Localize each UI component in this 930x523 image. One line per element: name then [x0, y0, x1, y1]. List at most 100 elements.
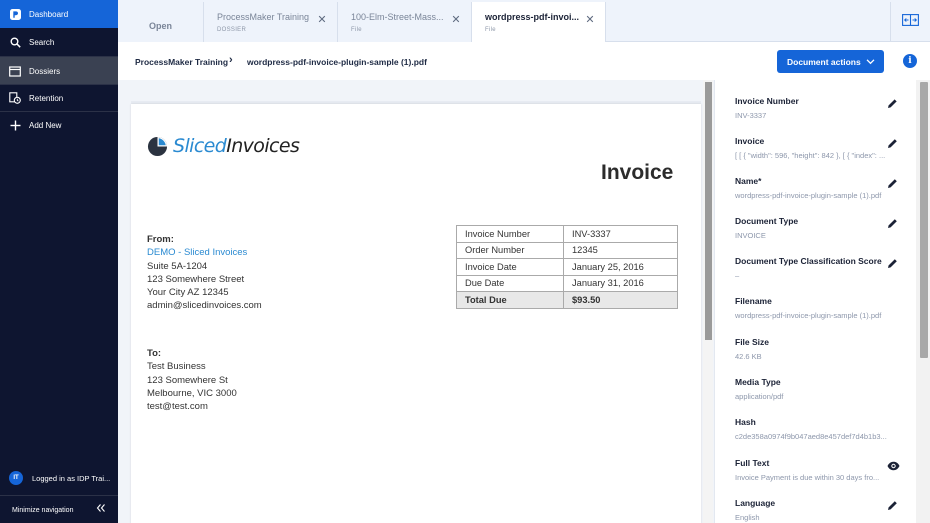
close-icon[interactable]: ✕	[317, 15, 327, 26]
tab-label: 100-Elm-Street-Mass...	[351, 12, 444, 22]
to-line: Test Business	[147, 361, 206, 373]
property-invoice-number: Invoice Number INV-3337	[735, 96, 905, 120]
viewer-scrollbar-thumb[interactable]	[705, 82, 712, 340]
document-actions-button[interactable]: Document actions	[777, 50, 884, 73]
user-account[interactable]: IT Logged in as IDP Trai...	[0, 466, 118, 490]
property-document-type: Document Type INVOICE	[735, 216, 905, 240]
from-line: Suite 5A-1204	[147, 260, 208, 272]
property-language: Language English	[735, 498, 905, 522]
app-logo-icon	[9, 8, 21, 20]
breadcrumb: ProcessMaker Training › wordpress-pdf-in…	[118, 42, 930, 80]
table-row: Invoice Date January 25, 2016	[456, 258, 678, 276]
avatar: IT	[9, 471, 23, 485]
from-company: DEMO - Sliced Invoices	[147, 247, 248, 259]
sidebar-item-add-new[interactable]: Add New	[0, 111, 118, 139]
from-label: From:	[147, 234, 174, 245]
close-icon[interactable]: ✕	[451, 15, 461, 26]
from-line: 123 Somewhere Street	[147, 273, 245, 285]
property-label: Media Type	[735, 377, 781, 387]
sidebar-item-label: Dossiers	[29, 66, 61, 76]
pencil-icon[interactable]	[887, 96, 899, 108]
property-hash: Hash c2de358a0974f9b047aed8e457def7d4b1b…	[735, 417, 905, 441]
eye-icon[interactable]	[887, 458, 900, 471]
pencil-icon[interactable]	[887, 256, 899, 268]
folder-icon	[9, 65, 21, 77]
tab-subtitle: File	[351, 27, 362, 33]
property-value: English	[735, 513, 760, 522]
tab-label: wordpress-pdf-invoi...	[485, 12, 580, 22]
from-line: Your City AZ 12345	[147, 287, 229, 299]
tab-subtitle: File	[485, 27, 496, 33]
pie-logo-icon	[147, 136, 168, 156]
from-address: From: DEMO - Sliced Invoices Suite 5A-12…	[147, 233, 262, 313]
table-row: Due Date January 31, 2016	[456, 274, 678, 292]
property-value: [ [ { "width": 596, "height": 842 }, [ {…	[735, 151, 886, 160]
search-icon	[9, 36, 21, 48]
tab-label: Open	[148, 21, 172, 31]
properties-panel: Invoice Number INV-3337 Invoice [ [ { "w…	[714, 80, 930, 523]
document-actions-label: Document actions	[787, 56, 861, 67]
breadcrumb-separator-icon: ›	[229, 54, 233, 66]
pencil-icon[interactable]	[887, 136, 899, 148]
property-value: Invoice Payment is due within 30 days fr…	[735, 473, 880, 482]
document-viewer[interactable]: SlicedInvoices Invoice From: DEMO - Slic…	[118, 80, 714, 523]
pencil-icon[interactable]	[887, 216, 899, 228]
property-label: Hash	[735, 417, 756, 427]
property-value: wordpress-pdf-invoice-plugin-sample (1).…	[735, 311, 882, 320]
properties-scrollbar-thumb[interactable]	[920, 82, 928, 358]
sliced-invoices-logo: SlicedInvoices	[147, 133, 300, 159]
property-value: INV-3337	[735, 111, 767, 120]
from-line: admin@slicedinvoices.com	[147, 300, 262, 312]
property-value: application/pdf	[735, 392, 784, 401]
sidebar-item-search[interactable]: Search	[0, 28, 118, 56]
minimize-label: Minimize navigation	[12, 506, 74, 514]
tab-file[interactable]: 100-Elm-Street-Mass... File ✕	[338, 2, 472, 42]
sidebar-item-retention[interactable]: Retention	[0, 84, 118, 112]
property-label: Filename	[735, 296, 772, 306]
pencil-icon[interactable]	[887, 176, 899, 188]
logo-text: SlicedInvoices	[173, 135, 300, 157]
tab-label: ProcessMaker Training	[217, 12, 310, 22]
invoice-heading: Invoice	[601, 161, 674, 184]
split-panel-icon	[902, 13, 919, 31]
tab-dossier[interactable]: ProcessMaker Training DOSSIER ✕	[204, 2, 338, 42]
pencil-icon[interactable]	[887, 498, 899, 510]
property-media-type: Media Type application/pdf	[735, 377, 905, 401]
to-label: To:	[147, 348, 162, 359]
tab-open[interactable]: Open	[118, 2, 204, 42]
tab-current-file[interactable]: wordpress-pdf-invoi... File ✕	[472, 2, 606, 42]
property-label: Language	[735, 498, 776, 508]
property-value: c2de358a0974f9b047aed8e457def7d4b1b3...	[735, 432, 887, 441]
property-value: –	[735, 271, 740, 280]
property-label: Name*	[735, 176, 762, 186]
breadcrumb-parent-link[interactable]: ProcessMaker Training	[135, 57, 228, 67]
property-value: 42.6 KB	[735, 352, 762, 361]
property-label: Invoice	[735, 136, 765, 146]
info-icon[interactable]: i	[903, 54, 917, 68]
property-label: Document Type	[735, 216, 799, 226]
divider	[0, 495, 118, 496]
plus-icon	[9, 119, 21, 131]
sidebar-item-label: Dashboard	[29, 9, 69, 19]
to-line: Melbourne, VIC 3000	[147, 387, 237, 399]
property-label: Document Type Classification Score	[735, 256, 882, 266]
to-address: To: Test Business 123 Somewhere St Melbo…	[147, 347, 237, 413]
chevron-down-icon	[866, 57, 875, 68]
sidebar: Dashboard Search Dossiers Retention Add …	[0, 0, 118, 523]
property-invoice: Invoice [ [ { "width": 596, "height": 84…	[735, 136, 905, 160]
minimize-navigation-button[interactable]: Minimize navigation	[0, 500, 118, 520]
panel-toggle-button[interactable]	[890, 2, 930, 42]
property-label: File Size	[735, 337, 770, 347]
invoice-summary-table: Invoice Number INV-3337 Order Number 12345…	[456, 225, 678, 309]
property-classification-score: Document Type Classification Score –	[735, 256, 905, 280]
tab-bar: Open ProcessMaker Training DOSSIER ✕ 100…	[118, 0, 930, 42]
property-label: Full Text	[735, 458, 770, 468]
sidebar-item-dashboard[interactable]: Dashboard	[0, 0, 118, 28]
to-line: test@test.com	[147, 401, 208, 413]
property-label: Invoice Number	[735, 96, 799, 106]
close-icon[interactable]: ✕	[585, 15, 595, 26]
breadcrumb-current: wordpress-pdf-invoice-plugin-sample (1).…	[247, 57, 427, 67]
sidebar-item-dossiers[interactable]: Dossiers	[0, 57, 118, 85]
sidebar-item-label: Search	[29, 37, 55, 47]
user-label: Logged in as IDP Trai...	[32, 473, 111, 483]
